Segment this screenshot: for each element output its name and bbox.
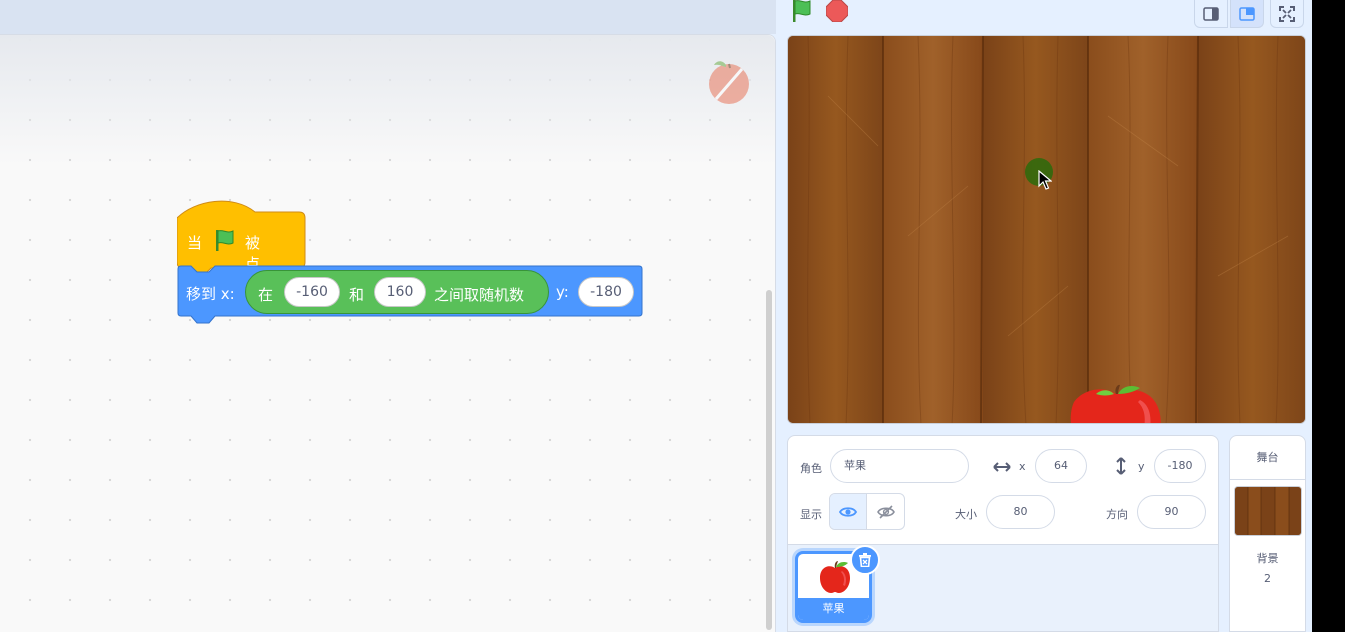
eye-icon bbox=[839, 506, 857, 517]
stage-canvas[interactable] bbox=[787, 35, 1306, 424]
x-input[interactable]: 64 bbox=[1035, 449, 1087, 483]
random-prefix: 在 bbox=[258, 286, 274, 304]
size-label: 大小 bbox=[955, 508, 977, 521]
workspace-shade bbox=[0, 35, 775, 165]
code-workspace[interactable] bbox=[0, 34, 776, 632]
eye-slash-icon bbox=[876, 504, 895, 519]
y-label: y bbox=[1138, 460, 1145, 473]
delete-sprite-button[interactable] bbox=[850, 545, 880, 575]
y-input[interactable]: -180 bbox=[578, 277, 634, 307]
backdrop-label: 背景 bbox=[1256, 552, 1279, 565]
green-flag-icon bbox=[213, 230, 237, 256]
apple-thumbnail bbox=[817, 559, 853, 599]
workspace-scrollbar[interactable] bbox=[766, 290, 772, 630]
visibility-toggle[interactable] bbox=[829, 493, 905, 530]
hide-button[interactable] bbox=[867, 494, 904, 529]
small-stage-button[interactable] bbox=[1194, 0, 1228, 28]
random-to-input[interactable]: 160 bbox=[374, 277, 426, 307]
stage-pane-title: 舞台 bbox=[1230, 436, 1305, 480]
sprite-watermark-icon bbox=[702, 55, 756, 109]
x-label: x bbox=[1019, 460, 1026, 473]
large-stage-button[interactable] bbox=[1230, 0, 1264, 28]
sprite-label: 角色 bbox=[800, 462, 822, 475]
backdrop-count: 2 bbox=[1264, 572, 1271, 585]
random-suffix: 之间取随机数 bbox=[434, 286, 525, 304]
motion-y-label: y: bbox=[556, 283, 569, 301]
screen-edge bbox=[1312, 0, 1345, 632]
hat-prefix: 当 bbox=[187, 234, 203, 252]
y-arrows-icon bbox=[1114, 456, 1128, 480]
show-button[interactable] bbox=[830, 494, 868, 529]
direction-label: 方向 bbox=[1106, 508, 1128, 521]
motion-prefix: 移到 x: bbox=[186, 285, 235, 303]
direction-input[interactable]: 90 bbox=[1137, 495, 1206, 529]
stop-icon[interactable] bbox=[825, 0, 849, 23]
size-input[interactable]: 80 bbox=[986, 495, 1055, 529]
backdrop-thumbnail[interactable] bbox=[1234, 486, 1302, 536]
mouse-cursor-icon bbox=[1038, 169, 1053, 194]
sprite-tile-label: 苹果 bbox=[798, 598, 869, 620]
small-stage-icon bbox=[1203, 6, 1219, 21]
fullscreen-icon bbox=[1279, 5, 1295, 22]
trash-icon bbox=[859, 553, 871, 567]
y-field[interactable]: -180 bbox=[1154, 449, 1206, 483]
fullscreen-button[interactable] bbox=[1270, 0, 1304, 28]
x-arrows-icon bbox=[992, 459, 1012, 478]
sprite-name-input[interactable]: 苹果 bbox=[830, 449, 969, 483]
stage-selector[interactable]: 舞台 背景 2 bbox=[1229, 435, 1306, 632]
random-and: 和 bbox=[349, 286, 365, 304]
random-from-input[interactable]: -160 bbox=[284, 277, 340, 307]
show-label: 显示 bbox=[800, 508, 822, 521]
green-flag-icon[interactable] bbox=[789, 0, 817, 24]
large-stage-icon bbox=[1239, 6, 1255, 21]
apple-sprite[interactable] bbox=[1070, 384, 1162, 423]
